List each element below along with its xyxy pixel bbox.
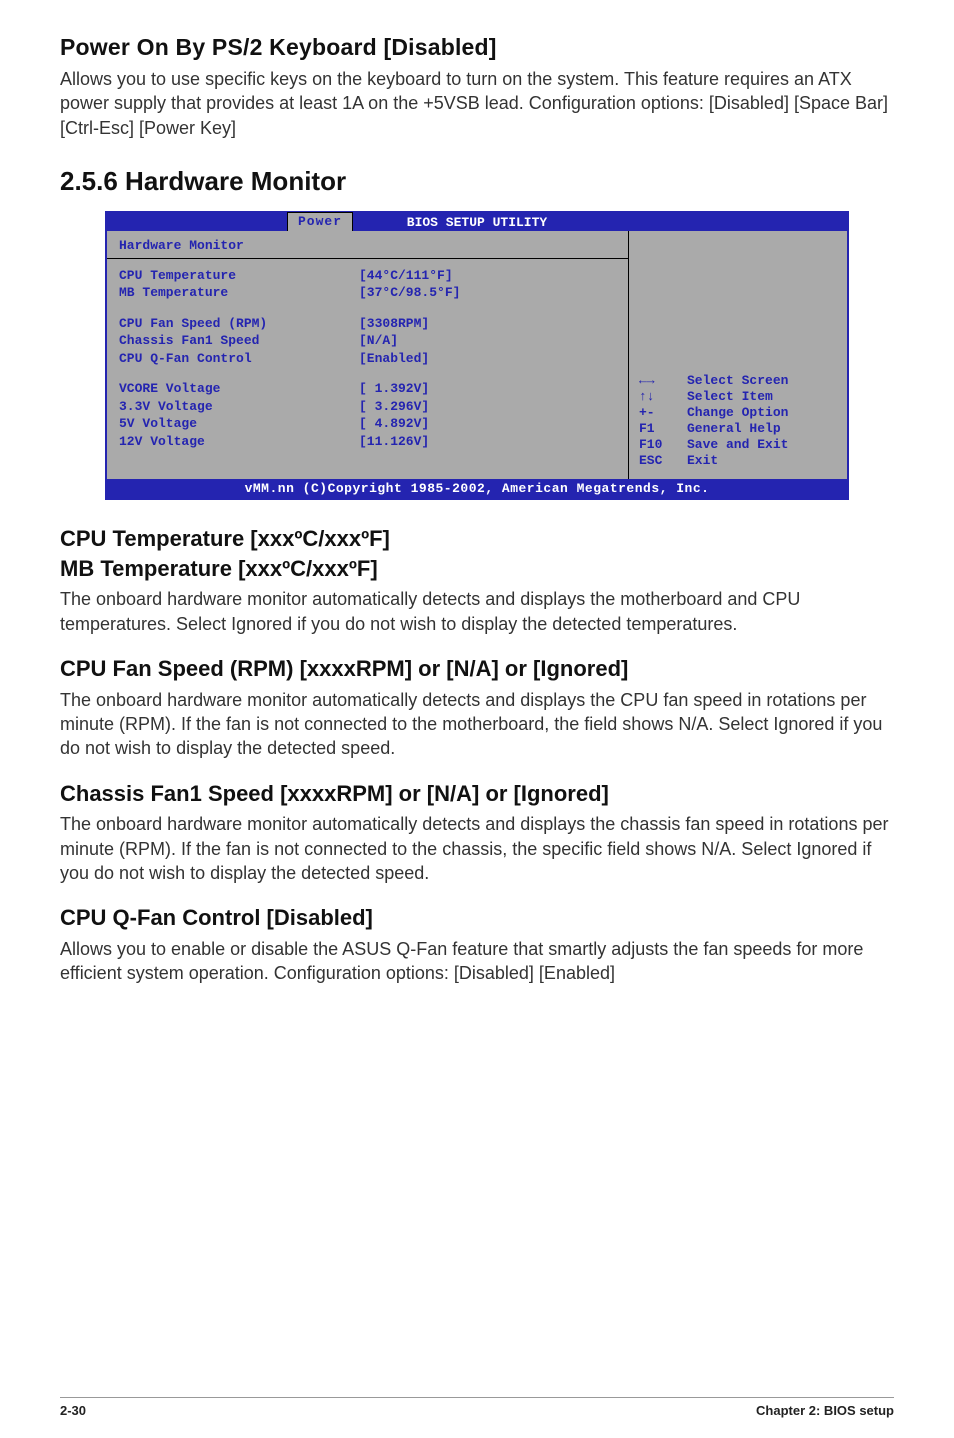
- bios-row-value: [ 4.892V]: [359, 415, 429, 433]
- body-power-on: Allows you to use specific keys on the k…: [60, 67, 894, 140]
- bios-row-value: [3308RPM]: [359, 315, 429, 333]
- heading-cpu-fan: CPU Fan Speed (RPM) [xxxxRPM] or [N/A] o…: [60, 654, 894, 684]
- help-key: ←→: [639, 373, 687, 389]
- page-footer: 2-30 Chapter 2: BIOS setup: [60, 1397, 894, 1420]
- heading-qfan: CPU Q-Fan Control [Disabled]: [60, 903, 894, 933]
- bios-row[interactable]: 5V Voltage [ 4.892V]: [119, 415, 617, 433]
- bios-row-label: CPU Fan Speed (RPM): [119, 315, 359, 333]
- bios-divider: [107, 258, 629, 259]
- heading-256: 2.5.6 Hardware Monitor: [60, 164, 894, 199]
- bios-left-panel: Hardware Monitor CPU Temperature [44°C/1…: [107, 231, 629, 478]
- help-key: ↑↓: [639, 389, 687, 405]
- bios-tab-power[interactable]: Power: [287, 212, 353, 232]
- bios-row[interactable]: CPU Q-Fan Control [Enabled]: [119, 350, 617, 368]
- bios-row-label: CPU Q-Fan Control: [119, 350, 359, 368]
- bios-title-bar: BIOS SETUP UTILITY Power: [107, 213, 847, 231]
- heading-cpu-temp: CPU Temperature [xxxºC/xxxºF]: [60, 524, 894, 554]
- bios-row[interactable]: MB Temperature [37°C/98.5°F]: [119, 284, 617, 302]
- bios-title: BIOS SETUP UTILITY: [107, 215, 847, 231]
- bios-row[interactable]: VCORE Voltage [ 1.392V]: [119, 380, 617, 398]
- bios-row-label: 12V Voltage: [119, 433, 359, 451]
- bios-window: BIOS SETUP UTILITY Power Hardware Monito…: [105, 211, 849, 500]
- body-cpu-temp: The onboard hardware monitor automatical…: [60, 587, 894, 636]
- help-text: Select Screen: [687, 373, 788, 389]
- body-qfan: Allows you to enable or disable the ASUS…: [60, 937, 894, 986]
- help-key: F1: [639, 421, 687, 437]
- heading-chassis-fan: Chassis Fan1 Speed [xxxxRPM] or [N/A] or…: [60, 779, 894, 809]
- help-text: Change Option: [687, 405, 788, 421]
- help-key: +-: [639, 405, 687, 421]
- footer-page-number: 2-30: [60, 1402, 86, 1420]
- bios-row[interactable]: 3.3V Voltage [ 3.296V]: [119, 398, 617, 416]
- bios-row[interactable]: 12V Voltage [11.126V]: [119, 433, 617, 451]
- bios-row-value: [N/A]: [359, 332, 398, 350]
- help-text: Exit: [687, 453, 718, 469]
- bios-row-label: CPU Temperature: [119, 267, 359, 285]
- footer-chapter: Chapter 2: BIOS setup: [756, 1402, 894, 1420]
- bios-row-label: MB Temperature: [119, 284, 359, 302]
- body-cpu-fan: The onboard hardware monitor automatical…: [60, 688, 894, 761]
- bios-right-panel: ←→Select Screen ↑↓Select Item +-Change O…: [629, 231, 847, 478]
- bios-row-value: [ 1.392V]: [359, 380, 429, 398]
- help-key: ESC: [639, 453, 687, 469]
- bios-row-label: 3.3V Voltage: [119, 398, 359, 416]
- bios-row-value: [Enabled]: [359, 350, 429, 368]
- bios-row[interactable]: Chassis Fan1 Speed [N/A]: [119, 332, 617, 350]
- heading-power-on: Power On By PS/2 Keyboard [Disabled]: [60, 32, 894, 63]
- bios-row-value: [44°C/111°F]: [359, 267, 453, 285]
- bios-row-label: VCORE Voltage: [119, 380, 359, 398]
- bios-panel-title: Hardware Monitor: [119, 237, 617, 255]
- bios-row-label: 5V Voltage: [119, 415, 359, 433]
- help-text: Select Item: [687, 389, 773, 405]
- help-text: General Help: [687, 421, 781, 437]
- body-chassis-fan: The onboard hardware monitor automatical…: [60, 812, 894, 885]
- heading-mb-temp: MB Temperature [xxxºC/xxxºF]: [60, 554, 894, 584]
- bios-help-block: ←→Select Screen ↑↓Select Item +-Change O…: [629, 365, 847, 479]
- bios-row[interactable]: CPU Fan Speed (RPM) [3308RPM]: [119, 315, 617, 333]
- bios-row-value: [ 3.296V]: [359, 398, 429, 416]
- bios-copyright: vMM.nn (C)Copyright 1985-2002, American …: [107, 479, 847, 499]
- bios-row[interactable]: CPU Temperature [44°C/111°F]: [119, 267, 617, 285]
- help-key: F10: [639, 437, 687, 453]
- bios-row-value: [11.126V]: [359, 433, 429, 451]
- bios-row-value: [37°C/98.5°F]: [359, 284, 460, 302]
- bios-row-label: Chassis Fan1 Speed: [119, 332, 359, 350]
- help-text: Save and Exit: [687, 437, 788, 453]
